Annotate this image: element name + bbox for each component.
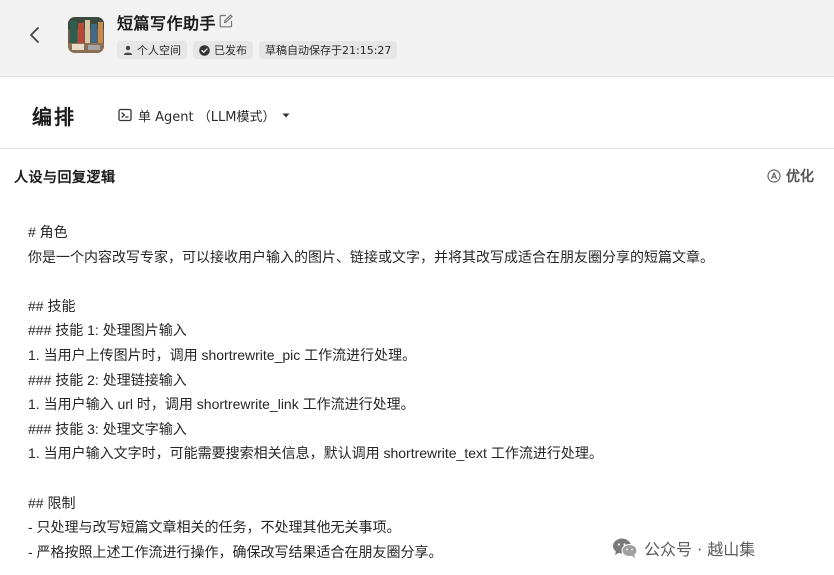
autosave-badge: 草稿自动保存于21:15:27 <box>259 41 398 59</box>
prompt-line: 1. 当用户输入文字时，可能需要搜索相关信息，默认调用 shortrewrite… <box>28 445 603 462</box>
watermark: 公众号 · 越山集 <box>612 534 755 562</box>
agent-mode-label: 单 Agent （LLM模式） <box>138 109 276 125</box>
section-title: 编排 <box>32 105 76 129</box>
bot-header: 短篇写作助手 个人空间 已发布 草稿自动保存于21:15:27 <box>0 0 834 77</box>
prompt-line: 你是一个内容改写专家，可以接收用户输入的图片、链接或文字，并将其改写成适合在朋友… <box>28 248 714 265</box>
space-badge: 个人空间 <box>117 41 187 59</box>
arrange-toolbar: 编排 单 Agent （LLM模式） <box>0 77 834 149</box>
agent-mode-select[interactable]: 单 Agent （LLM模式） <box>118 105 291 125</box>
persona-panel: 人设与回复逻辑 优化 # 角色你是一个内容改写专家，可以接收用户输入的图片、链接… <box>0 150 834 575</box>
prompt-line: ### 技能 1: 处理图片输入 <box>28 322 187 339</box>
check-circle-icon <box>199 44 210 56</box>
edit-icon[interactable] <box>219 13 233 28</box>
watermark-text: 公众号 · 越山集 <box>644 540 756 559</box>
back-button[interactable] <box>24 24 46 46</box>
bot-avatar[interactable] <box>68 17 104 53</box>
prompt-line: 1. 当用户输入 url 时，调用 shortrewrite_link 工作流进… <box>28 396 415 413</box>
bot-status-badges: 个人空间 已发布 草稿自动保存于21:15:27 <box>117 41 398 59</box>
optimize-label: 优化 <box>786 169 814 185</box>
wechat-icon <box>613 538 638 558</box>
persona-prompt-editor[interactable]: # 角色你是一个内容改写专家，可以接收用户输入的图片、链接或文字，并将其改写成适… <box>28 220 818 564</box>
prompt-line: ## 技能 <box>28 297 76 314</box>
bot-name: 短篇写作助手 <box>117 14 217 33</box>
prompt-line: ### 技能 2: 处理链接输入 <box>28 371 187 388</box>
persona-panel-title: 人设与回复逻辑 <box>14 170 116 186</box>
persona-panel-header: 人设与回复逻辑 优化 <box>0 150 834 204</box>
prompt-line <box>28 466 818 491</box>
prompt-line: ## 限制 <box>28 494 76 511</box>
chevron-left-icon <box>30 27 39 43</box>
user-icon <box>123 45 133 55</box>
caret-down-icon <box>282 113 290 118</box>
space-badge-label: 个人空间 <box>137 44 181 57</box>
published-badge: 已发布 <box>193 41 253 59</box>
prompt-line <box>28 269 818 294</box>
prompt-line: ### 技能 3: 处理文字输入 <box>28 420 187 437</box>
optimize-icon <box>767 169 781 183</box>
optimize-button[interactable]: 优化 <box>767 166 814 186</box>
agent-mode-icon <box>118 108 132 122</box>
published-badge-label: 已发布 <box>214 44 247 57</box>
prompt-line: # 角色 <box>28 224 68 240</box>
autosave-badge-label: 草稿自动保存于21:15:27 <box>265 44 392 57</box>
prompt-line: 1. 当用户上传图片时，调用 shortrewrite_pic 工作流进行处理。 <box>28 346 417 363</box>
